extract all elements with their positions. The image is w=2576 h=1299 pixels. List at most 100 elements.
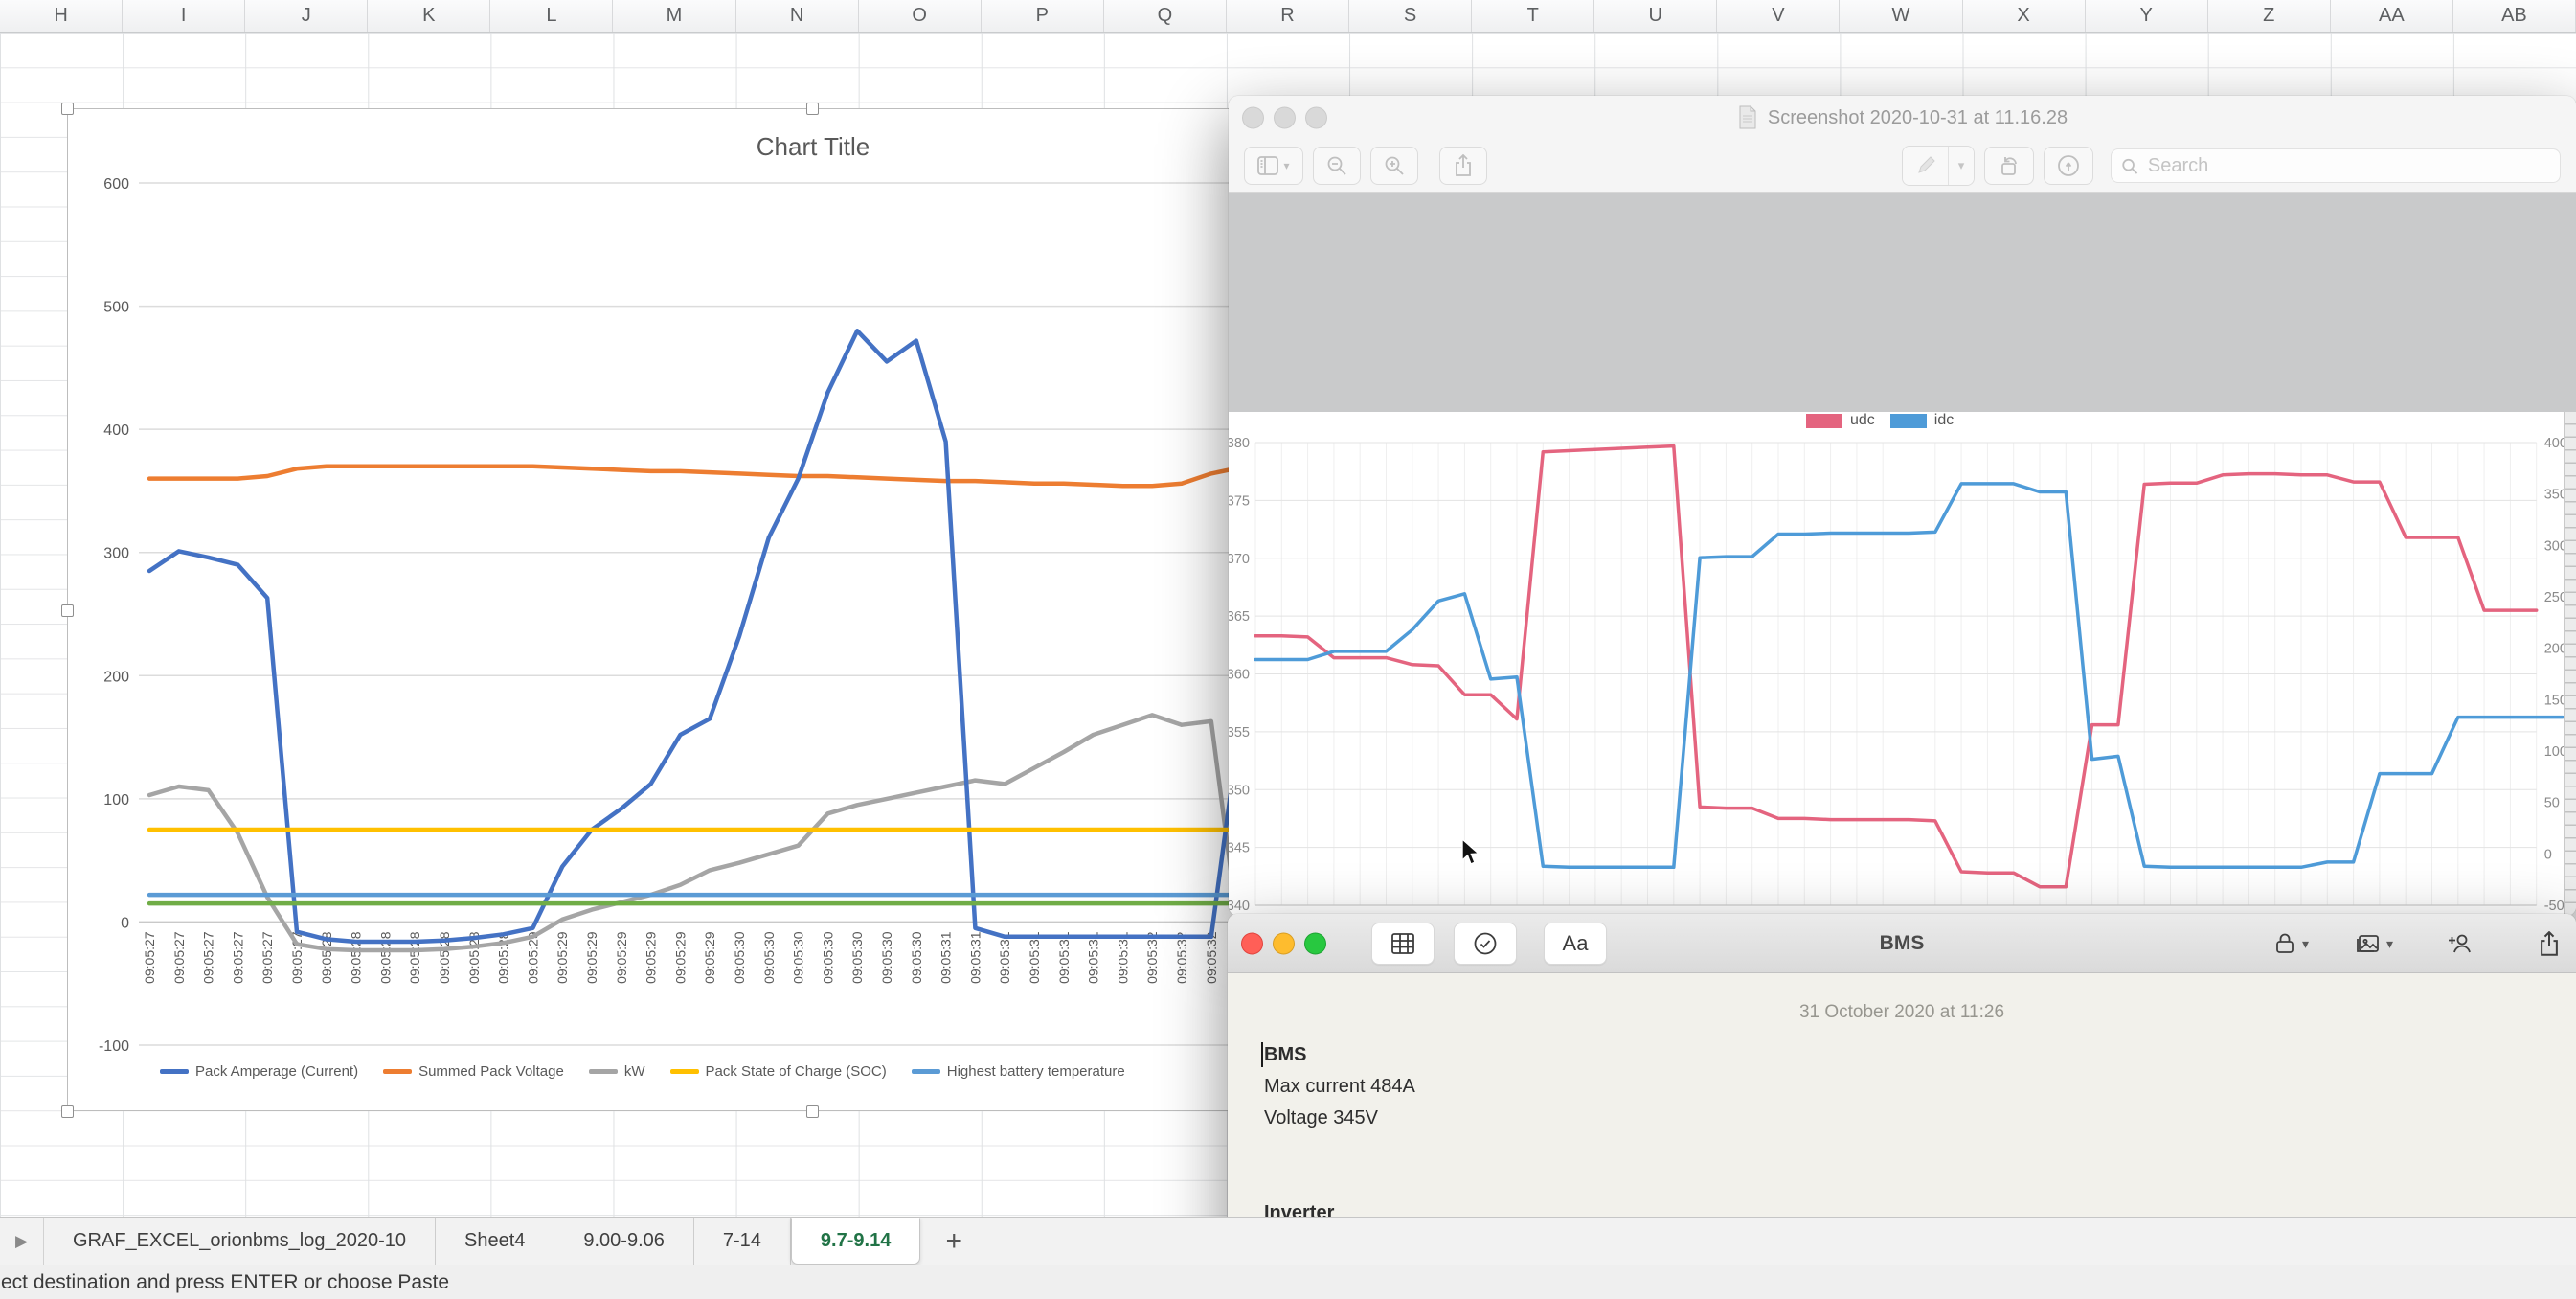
chart-handle-bottom-middle[interactable] (806, 1105, 819, 1118)
close-button[interactable] (1241, 932, 1263, 954)
column-header-M[interactable]: M (613, 0, 735, 32)
share-button[interactable] (1439, 147, 1487, 185)
svg-text:400: 400 (2544, 436, 2564, 451)
rotate-button[interactable] (1984, 147, 2034, 185)
sheet-tab-graf-excel-orionbms-log-2020-10[interactable]: GRAF_EXCEL_orionbms_log_2020-10 (44, 1218, 436, 1265)
svg-text:370: 370 (1229, 552, 1250, 567)
svg-text:0: 0 (121, 915, 129, 931)
svg-text:-50: -50 (2544, 899, 2564, 914)
svg-text:350: 350 (2544, 488, 2564, 503)
svg-text:09:05:27: 09:05:27 (171, 931, 187, 984)
svg-text:09:05:29: 09:05:29 (672, 931, 688, 984)
svg-text:100: 100 (2544, 744, 2564, 760)
preview-content: 1105110711091111111311151117111911211123… (1229, 193, 2576, 916)
svg-text:09:05:29: 09:05:29 (614, 931, 629, 984)
svg-text:09:05:32: 09:05:32 (1144, 931, 1160, 984)
preview-window[interactable]: Screenshot 2020-10-31 at 11.16.28 ▾ (1229, 96, 2576, 916)
column-header-V[interactable]: V (1717, 0, 1840, 32)
sheet-tab-sheet4[interactable]: Sheet4 (436, 1218, 554, 1265)
svg-text:380: 380 (1229, 436, 1250, 451)
column-header-O[interactable]: O (859, 0, 982, 32)
lock-note-button[interactable]: ▾ (2273, 927, 2309, 960)
sheet-tab-9-00-9-06[interactable]: 9.00-9.06 (554, 1218, 694, 1265)
sheet-tab-bar: ▶ GRAF_EXCEL_orionbms_log_2020-10Sheet49… (0, 1217, 2576, 1265)
zoom-out-button[interactable] (1313, 147, 1361, 185)
chart-handle-bottom-left[interactable] (61, 1105, 74, 1118)
svg-text:09:05:31: 09:05:31 (967, 931, 983, 984)
svg-text:400: 400 (103, 422, 129, 439)
column-header-R[interactable]: R (1227, 0, 1349, 32)
close-button[interactable] (1242, 107, 1264, 129)
table-button[interactable] (1371, 923, 1435, 965)
zoom-in-button[interactable] (1370, 147, 1418, 185)
column-header-K[interactable]: K (368, 0, 490, 32)
markup-pen-button[interactable] (1903, 147, 1949, 185)
zoom-window-button[interactable] (1305, 107, 1327, 129)
column-header-AA[interactable]: AA (2331, 0, 2453, 32)
sheet-tab-9-7-9-14[interactable]: 9.7-9.14 (791, 1218, 920, 1265)
legend-item: Summed Pack Voltage (383, 1063, 564, 1080)
legend-item-idc: idc (1890, 412, 1954, 429)
markup-pen-dropdown[interactable]: ▾ (1949, 147, 1974, 185)
column-header-H[interactable]: H (0, 0, 123, 32)
column-header-N[interactable]: N (736, 0, 859, 32)
svg-text:0: 0 (2544, 847, 2552, 862)
column-header-Q[interactable]: Q (1104, 0, 1227, 32)
chart-handle-top-middle[interactable] (806, 103, 819, 115)
sidebar-toggle-button[interactable]: ▾ (1244, 147, 1303, 185)
column-header-J[interactable]: J (245, 0, 368, 32)
media-button[interactable]: ▾ (2356, 927, 2393, 960)
preview-title-bar[interactable]: Screenshot 2020-10-31 at 11.16.28 (1229, 96, 2576, 140)
svg-text:09:05:27: 09:05:27 (142, 931, 157, 984)
legend-label: Pack Amperage (Current) (195, 1063, 358, 1080)
column-header-Z[interactable]: Z (2208, 0, 2331, 32)
svg-text:09:05:30: 09:05:30 (879, 931, 894, 984)
preview-window-title: Screenshot 2020-10-31 at 11.16.28 (1768, 107, 2068, 129)
svg-text:360: 360 (1229, 668, 1250, 683)
mouse-cursor (1460, 838, 1485, 867)
notes-traffic-lights (1241, 932, 1326, 954)
zoom-window-button[interactable] (1304, 932, 1326, 954)
legend-item-udc: udc (1806, 412, 1875, 429)
share-note-button[interactable] (2538, 927, 2561, 960)
legend-swatch (1806, 414, 1842, 428)
notes-title-bar[interactable]: BMS Aa (1228, 914, 2576, 973)
status-bar-text: ect destination and press ENTER or choos… (1, 1271, 449, 1294)
sheet-nav-arrow-icon[interactable]: ▶ (0, 1218, 44, 1265)
minimize-button[interactable] (1274, 107, 1296, 129)
column-header-T[interactable]: T (1472, 0, 1594, 32)
svg-text:09:05:28: 09:05:28 (407, 931, 422, 984)
checklist-button[interactable] (1454, 923, 1517, 965)
svg-text:09:05:29: 09:05:29 (702, 931, 717, 984)
column-header-Y[interactable]: Y (2086, 0, 2208, 32)
column-header-W[interactable]: W (1840, 0, 1962, 32)
legend-swatch (589, 1069, 618, 1074)
column-header-P[interactable]: P (982, 0, 1104, 32)
svg-text:375: 375 (1229, 493, 1250, 509)
format-button[interactable]: Aa (1544, 923, 1607, 965)
column-header-X[interactable]: X (1963, 0, 2086, 32)
svg-text:09:05:32: 09:05:32 (1204, 931, 1219, 984)
legend-swatch (670, 1069, 699, 1074)
legend-item: Highest battery temperature (912, 1063, 1125, 1080)
minimize-button[interactable] (1273, 932, 1295, 954)
chart-handle-top-left[interactable] (61, 103, 74, 115)
chart-handle-left-middle[interactable] (61, 604, 74, 617)
add-sheet-button[interactable]: + (920, 1218, 987, 1265)
add-people-button[interactable] (2447, 927, 2475, 960)
search-field[interactable] (2111, 148, 2561, 183)
legend-swatch (383, 1069, 412, 1074)
excel-status-bar: ect destination and press ENTER or choos… (0, 1265, 2576, 1299)
column-header-L[interactable]: L (490, 0, 613, 32)
sidebar-icon (1257, 156, 1278, 175)
column-header-I[interactable]: I (123, 0, 245, 32)
annotate-button[interactable] (2044, 147, 2093, 185)
column-header-AB[interactable]: AB (2453, 0, 2576, 32)
svg-text:350: 350 (1229, 783, 1250, 798)
zoom-in-icon (1384, 155, 1405, 176)
column-header-S[interactable]: S (1349, 0, 1472, 32)
search-input[interactable] (2146, 154, 2550, 178)
column-header-U[interactable]: U (1594, 0, 1717, 32)
svg-text:365: 365 (1229, 609, 1250, 625)
sheet-tab-7-14[interactable]: 7-14 (694, 1218, 791, 1265)
